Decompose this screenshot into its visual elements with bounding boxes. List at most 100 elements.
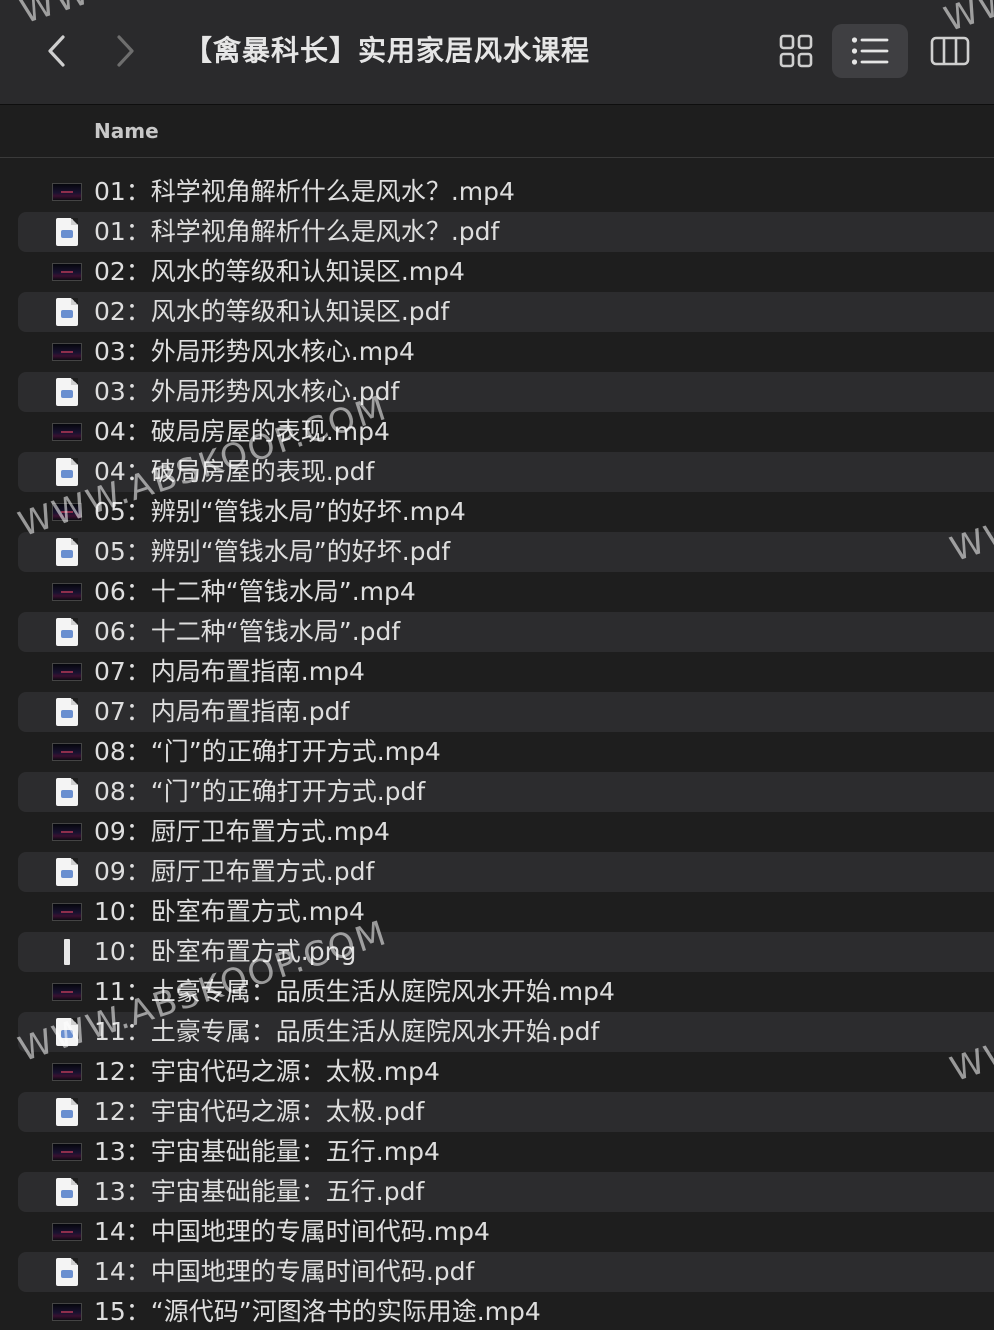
pdf-icon-shape (56, 778, 78, 806)
video-icon-shape (52, 1223, 82, 1241)
file-row[interactable]: 11：土豪专属：品质生活从庭院风水开始.mp4 (18, 972, 994, 1012)
pdf-document-icon (52, 218, 82, 246)
file-name: 08：“门”的正确打开方式.mp4 (94, 737, 441, 766)
file-row[interactable]: 09：厨厅卫布置方式.mp4 (18, 812, 994, 852)
file-row[interactable]: 11：土豪专属：品质生活从庭院风水开始.pdf (18, 1012, 994, 1052)
file-name: 03：外局形势风水核心.pdf (94, 377, 400, 406)
video-thumbnail-icon (52, 498, 82, 526)
pdf-document-icon (52, 1258, 82, 1286)
video-icon-shape (52, 183, 82, 201)
file-row[interactable]: 01：科学视角解析什么是风水？.mp4 (18, 172, 994, 212)
pdf-icon-shape (56, 858, 78, 886)
pdf-icon-shape (56, 458, 78, 486)
pdf-icon-shape (56, 298, 78, 326)
pdf-icon-shape (56, 698, 78, 726)
list-icon (851, 37, 889, 65)
pdf-document-icon (52, 1178, 82, 1206)
column-header-name[interactable]: Name (94, 105, 159, 157)
file-name: 04：破局房屋的表现.pdf (94, 457, 375, 486)
video-thumbnail-icon (52, 1218, 82, 1246)
pdf-document-icon (52, 698, 82, 726)
pdf-icon-shape (56, 1178, 78, 1206)
finder-window: 【禽暴科长】实用家居风水课程 Name 01：科学视角解析什么是风水？.mp4 … (0, 0, 994, 1330)
file-row[interactable]: 15：“源代码”河图洛书的实际用途.mp4 (18, 1292, 994, 1330)
file-row[interactable]: 12：宇宙代码之源：太极.mp4 (18, 1052, 994, 1092)
window-title: 【禽暴科长】实用家居风水课程 (184, 34, 591, 67)
pdf-document-icon (52, 778, 82, 806)
chevron-right-icon (117, 35, 134, 67)
file-name: 01：科学视角解析什么是风水？.mp4 (94, 177, 515, 206)
file-row[interactable]: 03：外局形势风水核心.mp4 (18, 332, 994, 372)
video-thumbnail-icon (52, 898, 82, 926)
file-row[interactable]: 08：“门”的正确打开方式.mp4 (18, 732, 994, 772)
chevron-left-icon (48, 35, 65, 67)
file-name: 02：风水的等级和认知误区.pdf (94, 297, 450, 326)
file-row[interactable]: 05：辨别“管钱水局”的好坏.mp4 (18, 492, 994, 532)
file-row[interactable]: 07：内局布置指南.mp4 (18, 652, 994, 692)
file-name: 06：十二种“管钱水局”.mp4 (94, 577, 416, 606)
file-row[interactable]: 01：科学视角解析什么是风水？.pdf (18, 212, 994, 252)
video-icon-shape (52, 983, 82, 1001)
video-icon-shape (52, 343, 82, 361)
file-name: 09：厨厅卫布置方式.mp4 (94, 817, 390, 846)
pdf-icon-shape (56, 1258, 78, 1286)
video-thumbnail-icon (52, 1058, 82, 1086)
pdf-document-icon (52, 538, 82, 566)
video-icon-shape (52, 663, 82, 681)
file-row[interactable]: 14：中国地理的专属时间代码.pdf (18, 1252, 994, 1292)
pdf-document-icon (52, 858, 82, 886)
forward-button[interactable] (106, 26, 146, 76)
video-thumbnail-icon (52, 1138, 82, 1166)
pdf-document-icon (52, 618, 82, 646)
video-thumbnail-icon (52, 1298, 82, 1326)
file-name: 15：“源代码”河图洛书的实际用途.mp4 (94, 1297, 541, 1326)
back-button[interactable] (36, 26, 76, 76)
file-name: 05：辨别“管钱水局”的好坏.pdf (94, 537, 451, 566)
file-name: 10：卧室布置方式.mp4 (94, 897, 365, 926)
file-row[interactable]: 05：辨别“管钱水局”的好坏.pdf (18, 532, 994, 572)
file-row[interactable]: 10：卧室布置方式.png (18, 932, 994, 972)
grid-icon (779, 34, 813, 68)
file-row[interactable]: 06：十二种“管钱水局”.mp4 (18, 572, 994, 612)
video-thumbnail-icon (52, 338, 82, 366)
pdf-icon-shape (56, 538, 78, 566)
pdf-icon-shape (56, 218, 78, 246)
icon-view-button[interactable] (758, 24, 834, 78)
file-row[interactable]: 06：十二种“管钱水局”.pdf (18, 612, 994, 652)
file-row[interactable]: 13：宇宙基础能量：五行.pdf (18, 1172, 994, 1212)
list-view-button[interactable] (832, 24, 908, 78)
file-name: 03：外局形势风水核心.mp4 (94, 337, 415, 366)
file-row[interactable]: 09：厨厅卫布置方式.pdf (18, 852, 994, 892)
pdf-icon-shape (56, 618, 78, 646)
file-row[interactable]: 13：宇宙基础能量：五行.mp4 (18, 1132, 994, 1172)
file-name: 10：卧室布置方式.png (94, 937, 357, 966)
video-icon-shape (52, 823, 82, 841)
columns-icon (930, 36, 970, 66)
file-row[interactable]: 10：卧室布置方式.mp4 (18, 892, 994, 932)
file-name: 01：科学视角解析什么是风水？.pdf (94, 217, 500, 246)
file-row[interactable]: 08：“门”的正确打开方式.pdf (18, 772, 994, 812)
pdf-icon-shape (56, 1098, 78, 1126)
file-list: 01：科学视角解析什么是风水？.mp4 01：科学视角解析什么是风水？.pdf 02… (0, 172, 994, 1330)
video-icon-shape (52, 1143, 82, 1161)
video-thumbnail-icon (52, 978, 82, 1006)
file-name: 12：宇宙代码之源：太极.mp4 (94, 1057, 440, 1086)
file-row[interactable]: 02：风水的等级和认知误区.mp4 (18, 252, 994, 292)
video-thumbnail-icon (52, 258, 82, 286)
file-row[interactable]: 04：破局房屋的表现.pdf (18, 452, 994, 492)
file-name: 11：土豪专属：品质生活从庭院风水开始.mp4 (94, 977, 615, 1006)
file-row[interactable]: 12：宇宙代码之源：太极.pdf (18, 1092, 994, 1132)
pdf-document-icon (52, 458, 82, 486)
column-header-row: Name (0, 105, 994, 158)
file-row[interactable]: 14：中国地理的专属时间代码.mp4 (18, 1212, 994, 1252)
file-row[interactable]: 04：破局房屋的表现.mp4 (18, 412, 994, 452)
video-icon-shape (52, 583, 82, 601)
pdf-document-icon (52, 1098, 82, 1126)
file-name: 13：宇宙基础能量：五行.mp4 (94, 1137, 440, 1166)
file-row[interactable]: 07：内局布置指南.pdf (18, 692, 994, 732)
file-row[interactable]: 02：风水的等级和认知误区.pdf (18, 292, 994, 332)
column-view-button[interactable] (912, 24, 988, 78)
video-thumbnail-icon (52, 578, 82, 606)
file-row[interactable]: 03：外局形势风水核心.pdf (18, 372, 994, 412)
file-name: 02：风水的等级和认知误区.mp4 (94, 257, 465, 286)
